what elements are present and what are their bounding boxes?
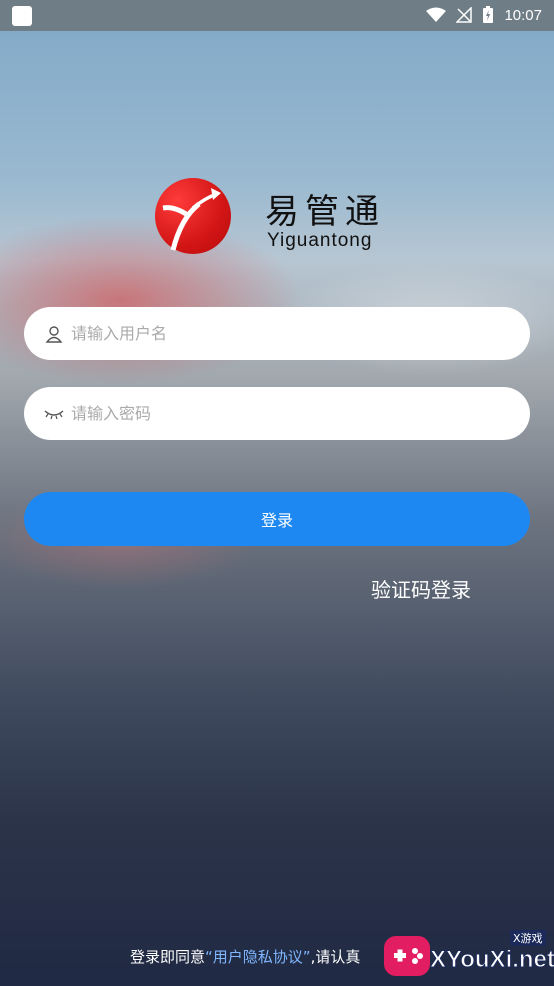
- no-signal-icon: [456, 7, 473, 23]
- privacy-policy-link[interactable]: “用户隐私协议”: [205, 948, 311, 966]
- gamepad-icon: [384, 936, 430, 976]
- app-logo: 易管通 Yiguantong: [155, 178, 395, 258]
- sms-login-link[interactable]: 验证码登录: [371, 574, 471, 603]
- password-input[interactable]: [69, 403, 473, 424]
- notification-icon: [12, 6, 32, 26]
- agreement-suffix: ,请认真: [310, 948, 361, 966]
- watermark: XYouXi.net X游戏: [384, 928, 554, 982]
- login-button[interactable]: 登录: [24, 492, 530, 546]
- agreement-text: 登录即同意“用户隐私协议”,请认真: [130, 946, 360, 967]
- user-icon: [44, 324, 64, 344]
- agreement-prefix: 登录即同意: [130, 948, 206, 966]
- watermark-main: XYouXi.net: [430, 946, 554, 974]
- watermark-small: X游戏: [510, 930, 546, 946]
- status-bar: 10:07: [0, 0, 554, 31]
- password-field[interactable]: [24, 387, 530, 440]
- app-name-cn: 易管通: [265, 192, 385, 232]
- battery-icon: [482, 6, 494, 24]
- username-field[interactable]: [24, 307, 530, 360]
- app-name-en: Yiguantong: [267, 230, 373, 251]
- logo-mark-icon: [155, 178, 231, 254]
- status-time: 10:07: [504, 6, 542, 24]
- username-input[interactable]: [69, 323, 473, 344]
- wifi-icon: [426, 7, 447, 23]
- eye-closed-icon[interactable]: [44, 404, 64, 424]
